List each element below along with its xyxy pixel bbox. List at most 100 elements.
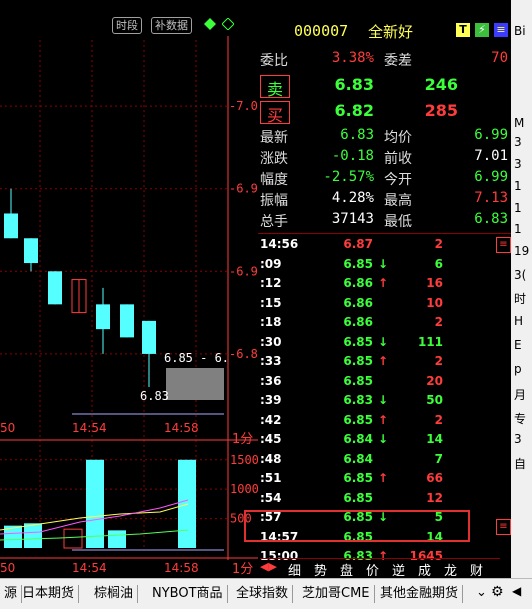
tick-time: :45 [260,432,282,446]
tick-row[interactable]: :48 6.84 7 [258,452,511,471]
tick-arrow-icon: ↑ [377,412,389,427]
tick-time: :18 [260,315,282,329]
edge-label[interactable]: 时 [514,290,526,307]
tick-scrollbar[interactable]: ≡ ≡ [496,237,511,557]
period-label[interactable]: 1分 [232,428,253,447]
stat-row: 最新 6.83 均价 6.99 [258,127,511,148]
edge-label[interactable]: 月 [514,386,526,403]
tick-row[interactable]: :54 6.85 12 [258,491,511,510]
tick-row[interactable]: :45 6.84 ↓ 14 [258,432,511,451]
bottom-tab[interactable]: NYBOT商品 [148,585,228,603]
edge-label[interactable]: M [514,116,524,130]
volume-tick-label: 1500 [230,453,258,467]
edge-label[interactable]: 3 [514,432,522,446]
scroll-left-icon[interactable]: ◀ [512,584,521,598]
quote-tab[interactable]: 成 [418,560,431,579]
weicha-label: 委差 [384,53,412,69]
tick-row[interactable]: :33 6.85 ↑ 2 [258,354,511,373]
stat-label: 最低 [384,214,412,230]
tick-row[interactable]: 14:56 6.87 2 [258,237,511,256]
volume-bar [63,528,83,549]
supplement-data-button[interactable]: 补数据 [151,17,192,34]
green-diamond-outline-icon[interactable] [221,17,235,31]
candle [96,304,110,330]
quote-tab[interactable]: 价 [366,560,379,579]
quote-tab[interactable]: 细 [288,560,301,579]
edge-label[interactable]: 1 [514,179,522,193]
green-diamond-icon[interactable] [204,18,216,30]
quote-panel: 000007 全新好 T ⚡ ≡ 委比 3.38% 委差 70 卖 6.83 2… [244,18,511,579]
tick-row[interactable]: :12 6.86 ↑ 16 [258,276,511,295]
sell-label: 卖 [260,75,290,99]
edge-label[interactable]: 3 [514,157,522,171]
edge-label[interactable]: E [514,338,522,352]
tick-arrow-icon: ↑ [377,354,389,368]
timeframe-button[interactable]: 时段 [112,17,142,34]
tick-row[interactable]: :42 6.85 ↑ 2 [258,413,511,432]
t-icon[interactable]: T [456,23,470,37]
tick-row[interactable]: :39 6.83 ↓ 50 [258,393,511,412]
tab-prev-icon[interactable]: ◀▶ [260,560,277,573]
tick-time: :51 [260,471,282,485]
stat-label: 最高 [384,193,412,209]
period-label-bottom[interactable]: 1分 [232,558,253,577]
tick-volume: 20 [426,373,443,388]
quote-tabs: ◀▶ 细势盘价逆成龙财 [260,558,500,579]
tick-row[interactable]: :36 6.85 20 [258,374,511,393]
quote-tab[interactable]: 盘 [340,560,353,579]
tick-row[interactable]: :18 6.86 2 [258,315,511,334]
stat-label: 振幅 [260,193,288,209]
bottom-tab[interactable]: 日本期货 [18,585,80,603]
volume-bar [24,523,42,548]
divider [258,233,511,234]
kline-chart[interactable]: -7.00 -6.95 -6.90 -6.856.85 - 6. 6.83 50 14:54… [0,0,265,578]
tick-row[interactable]: :09 6.85 ↓ 6 [258,257,511,276]
tick-price: 6.84 [343,451,373,466]
edge-label[interactable]: 3( [514,268,526,282]
buy-row: 买 6.82 285 [258,99,511,125]
stat-row: 总手 37143 最低 6.83 [258,211,511,232]
menu-icon[interactable]: ≡ [494,23,508,37]
tick-row[interactable]: :30 6.85 ↓ 111 [258,335,511,354]
quote-tab[interactable]: 龙 [444,560,457,579]
bottom-tab[interactable]: 芝加哥CME [298,585,375,603]
tick-price: 6.85 [343,412,373,427]
bottom-tab[interactable]: 棕榈油 [90,585,139,603]
edge-label[interactable]: 3 [514,135,522,149]
stat-value: 7.13 [474,190,508,206]
candle [24,238,38,264]
edge-label[interactable]: p [514,362,522,376]
edge-label[interactable]: 1 [514,222,522,236]
edge-label[interactable]: 自 [514,455,526,472]
quote-tab[interactable]: 财 [470,560,483,579]
tick-volume: 2 [434,354,443,368]
tick-volume: 2 [434,412,443,427]
edge-label[interactable]: Bi [514,24,526,38]
edge-label[interactable]: 1 [514,201,522,215]
edge-label[interactable]: 19 [514,244,529,258]
dropdown-chevron-icon[interactable]: ⌄ [476,585,487,600]
tick-volume: 50 [426,393,443,407]
gear-icon[interactable]: ⚙ [491,584,504,600]
tick-row[interactable]: :51 6.85 ↑ 66 [258,471,511,490]
scroll-bottom-icon[interactable]: ≡ [496,519,511,535]
quote-tab[interactable]: 势 [314,560,327,579]
bottom-tab[interactable]: 全球指数 [232,585,294,603]
stat-value: 37143 [331,211,374,227]
tick-row[interactable]: :15 6.86 10 [258,296,511,315]
scroll-top-icon[interactable]: ≡ [496,237,511,253]
bottom-tab[interactable]: 其他金融期货 [376,585,464,603]
price-tick-label: -6.90 [229,264,258,278]
candle [48,271,62,305]
stat-label: 最新 [260,130,288,146]
buy-price: 6.82 [334,101,374,120]
lightning-icon[interactable]: ⚡ [475,23,489,37]
edge-label[interactable]: H [514,314,523,328]
volume-bar [108,530,126,548]
edge-label[interactable]: 专 [514,410,526,427]
quote-tab[interactable]: 逆 [392,560,405,579]
stat-value: 7.01 [474,148,508,164]
time-tick-label: 14:58 [164,421,199,435]
tick-volume: 7 [434,451,443,466]
stat-value: 6.83 [474,211,508,227]
